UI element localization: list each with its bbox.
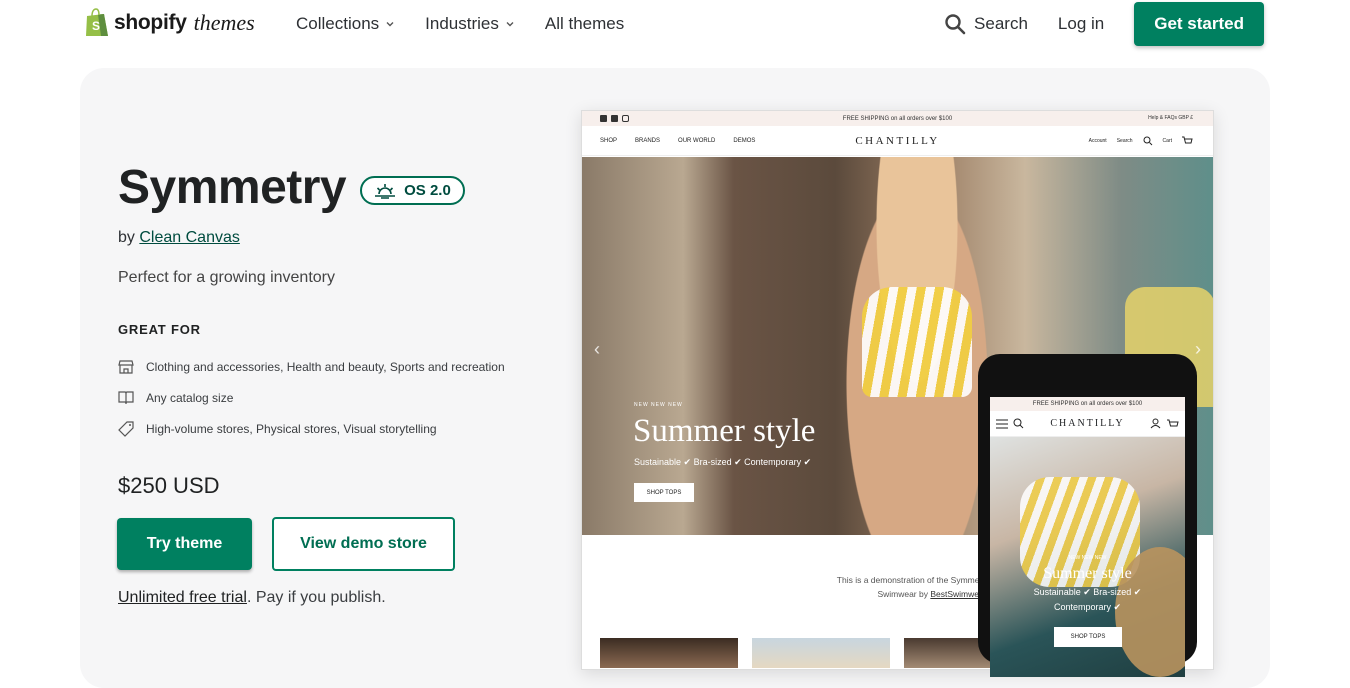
preview-account-area: Account Search Cart	[1089, 136, 1193, 146]
search-icon	[1143, 136, 1152, 145]
hero-headline: Summer style	[633, 413, 816, 449]
mobile-hero-kicker: NEW NEW NEW	[1068, 555, 1107, 561]
view-demo-store-button[interactable]: View demo store	[272, 517, 455, 571]
cart-icon	[1167, 419, 1179, 426]
search-button[interactable]: Search	[944, 13, 1028, 35]
chevron-down-icon	[506, 22, 514, 27]
mobile-hero-subtitle: Sustainable ✔ Bra-sized ✔ Contemporary ✔	[990, 585, 1185, 615]
cart-icon	[1182, 136, 1193, 143]
preview-nav: SHOP BRANDS OUR WORLD DEMOS CHANTILLY Ac…	[582, 126, 1213, 156]
nav-label: All themes	[544, 14, 625, 33]
search-icon	[945, 14, 966, 35]
os2-badge: OS 2.0	[360, 176, 465, 205]
feature-item: High-volume stores, Physical stores, Vis…	[118, 421, 437, 437]
mobile-hero-cta: SHOP TOPS	[1054, 627, 1122, 647]
nav-label: Collections	[296, 14, 380, 33]
preview-promo-text: FREE SHIPPING on all orders over $100	[842, 115, 953, 122]
product-thumbnail	[600, 638, 738, 668]
feature-text: Any catalog size	[146, 391, 234, 405]
shopify-themes-logo[interactable]: S shopify themes	[84, 8, 255, 38]
mobile-hero-image: NEW NEW NEW Summer style Sustainable ✔ B…	[990, 437, 1185, 677]
search-label: Search	[974, 14, 1028, 33]
header-actions: Search Log in Get started	[944, 2, 1264, 46]
theme-byline: by Clean Canvas	[118, 229, 240, 247]
mobile-hero-headline: Summer style	[1043, 565, 1132, 582]
preview-search: Search	[1116, 137, 1133, 144]
great-for-heading: GREAT FOR	[118, 322, 201, 337]
feature-item: Any catalog size	[118, 390, 233, 406]
top-navigation: S shopify themes Collections Industries …	[0, 0, 1350, 50]
hero-kicker: NEW NEW NEW	[634, 402, 683, 408]
theme-tagline: Perfect for a growing inventory	[118, 269, 335, 286]
account-icon	[1150, 418, 1161, 429]
trial-info: Unlimited free trial. Pay if you publish…	[118, 589, 386, 607]
mobile-sub-line: Contemporary ✔	[1053, 602, 1122, 612]
login-link[interactable]: Log in	[1058, 14, 1104, 34]
chevron-down-icon	[386, 22, 394, 27]
nav-label: Industries	[425, 14, 499, 33]
try-theme-button[interactable]: Try theme	[117, 518, 252, 570]
preview-account: Account	[1088, 137, 1107, 144]
mobile-promo-bar: FREE SHIPPING on all orders over $100	[990, 397, 1185, 411]
theme-price: $250 USD	[118, 473, 220, 498]
mobile-sub-line: Sustainable ✔ Bra-sized ✔	[1033, 587, 1142, 597]
nav-all-themes[interactable]: All themes	[545, 14, 624, 34]
mobile-screen: FREE SHIPPING on all orders over $100 CH…	[990, 397, 1185, 677]
sunrise-icon	[375, 183, 396, 199]
nav-industries[interactable]: Industries	[425, 14, 515, 34]
instagram-icon	[622, 115, 629, 122]
logo-themes-text: themes	[193, 10, 255, 35]
mobile-nav: CHANTILLY	[990, 411, 1185, 437]
youtube-icon	[611, 115, 618, 122]
book-icon	[118, 391, 134, 405]
product-thumbnail	[752, 638, 890, 668]
facebook-icon	[600, 115, 607, 122]
theme-title-row: Symmetry OS 2.0	[118, 160, 465, 215]
free-trial-link[interactable]: Unlimited free trial	[118, 589, 247, 606]
hero-subtitle: Sustainable ✔ Bra-sized ✔ Contemporary ✔	[634, 457, 812, 467]
svg-text:S: S	[92, 19, 100, 33]
preview-promo-bar: FREE SHIPPING on all orders over $100 He…	[582, 111, 1213, 126]
preview-note-prefix: Swimwear by	[877, 589, 931, 599]
social-icons	[600, 115, 629, 122]
badge-label: OS 2.0	[404, 182, 451, 199]
feature-item: Clothing and accessories, Health and bea…	[118, 359, 505, 375]
chevron-right-icon: ›	[1195, 339, 1201, 359]
author-link[interactable]: Clean Canvas	[139, 229, 240, 246]
logo-wordmark: shopify	[114, 11, 187, 34]
mobile-preview[interactable]: FREE SHIPPING on all orders over $100 CH…	[978, 354, 1197, 677]
feature-text: Clothing and accessories, Health and bea…	[146, 360, 505, 374]
hero-cta: SHOP TOPS	[634, 483, 694, 502]
get-started-button[interactable]: Get started	[1134, 2, 1264, 46]
by-prefix: by	[118, 229, 135, 246]
shopify-bag-icon: S	[86, 8, 108, 36]
store-icon	[118, 360, 134, 374]
feature-text: High-volume stores, Physical stores, Vis…	[146, 422, 437, 436]
preview-help-text: Help & FAQs GBP £	[1148, 115, 1193, 121]
nav-collections[interactable]: Collections	[296, 14, 395, 34]
chevron-left-icon: ‹	[594, 339, 600, 359]
preview-cart: Cart	[1162, 137, 1172, 144]
trial-text: . Pay if you publish.	[246, 589, 386, 606]
striped-swimsuit	[862, 287, 972, 397]
main-nav: Collections Industries All themes	[296, 14, 624, 34]
tag-icon	[118, 421, 134, 437]
theme-title: Symmetry	[118, 161, 347, 214]
